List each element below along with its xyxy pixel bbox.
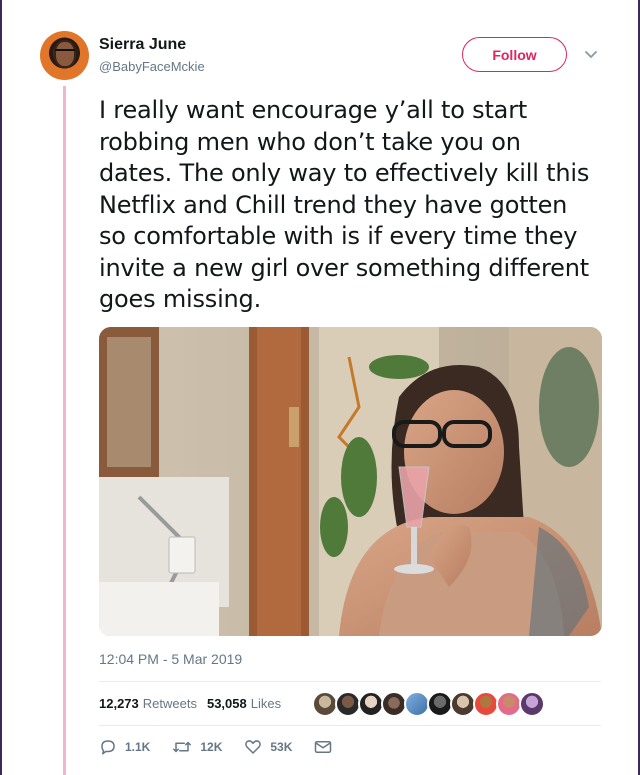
avatar-glasses	[55, 49, 75, 55]
thread-line	[63, 86, 66, 775]
like-count: 53K	[270, 740, 293, 754]
direct-message-button[interactable]	[314, 739, 340, 755]
liker-avatars[interactable]	[312, 691, 545, 717]
heart-icon	[245, 740, 262, 754]
envelope-icon	[315, 741, 332, 753]
tweet-text-line: Netflix and Chill trend they have gotten	[99, 190, 568, 219]
reply-icon	[101, 740, 115, 755]
tweet-media-image[interactable]	[99, 327, 602, 636]
tweet-text-line: robbing men who don’t take you on	[99, 127, 521, 156]
retweets-stat[interactable]: 12,273 Retweets	[99, 696, 197, 711]
tweet-text: I really want encourage y’all to start r…	[99, 95, 619, 316]
likes-label: Likes	[250, 696, 282, 711]
engagement-stats: 12,273 Retweets 53,058 Likes	[99, 696, 291, 711]
retweet-button[interactable]: 12K	[172, 738, 222, 756]
tweet-timestamp[interactable]: 12:04 PM - 5 Mar 2019	[99, 651, 242, 667]
divider	[99, 725, 601, 726]
chevron-down-icon[interactable]	[583, 46, 599, 62]
user-name[interactable]: Sierra June	[99, 36, 186, 54]
retweet-count: 12K	[200, 740, 223, 754]
tweet-actions: 1.1K 12K 53K	[99, 738, 362, 756]
user-handle[interactable]: @BabyFaceMckie	[99, 59, 205, 74]
follow-button[interactable]: Follow	[462, 37, 567, 72]
avatar[interactable]	[40, 31, 89, 80]
liker-avatar[interactable]	[519, 691, 545, 717]
window-edge-left	[0, 0, 2, 775]
tweet-text-line: so comfortable with is if every time the…	[99, 222, 578, 250]
tweet-text-line: dates. The only way to effectively kill …	[99, 159, 590, 187]
tweet-text-line: I really want encourage y’all to start	[99, 96, 528, 124]
media-illustration	[99, 327, 602, 636]
likes-count: 53,058	[206, 696, 247, 711]
retweets-label: Retweets	[142, 696, 197, 711]
retweets-count: 12,273	[99, 696, 139, 711]
reply-button[interactable]: 1.1K	[99, 738, 150, 756]
likes-stat[interactable]: 53,058 Likes	[207, 696, 281, 711]
reply-count: 1.1K	[125, 740, 151, 754]
tweet-text-line: goes missing.	[99, 285, 262, 313]
divider	[99, 681, 601, 682]
tweet-text-line: invite a new girl over something differe…	[99, 253, 589, 282]
like-button[interactable]: 53K	[244, 738, 292, 756]
retweet-icon	[173, 741, 192, 753]
